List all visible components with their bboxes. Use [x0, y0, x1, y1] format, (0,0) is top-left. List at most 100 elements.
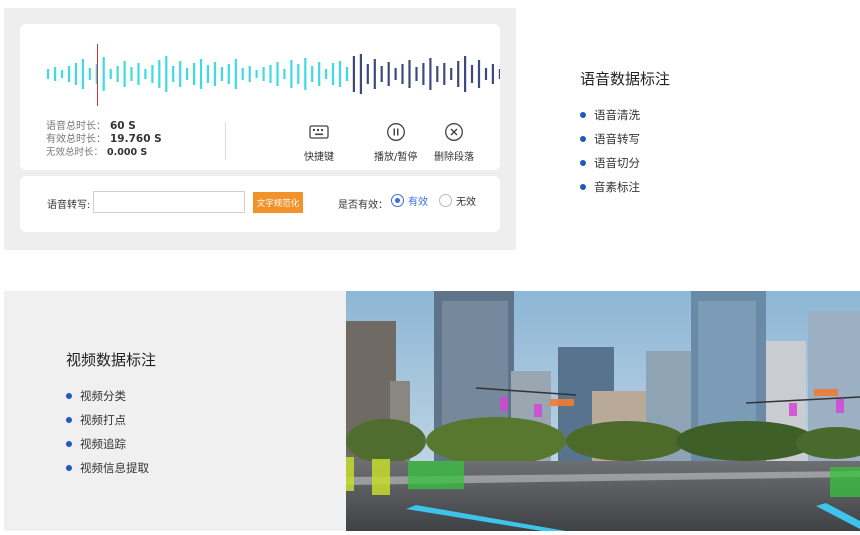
- stats-divider: [225, 122, 226, 160]
- waveform-bar: [477, 60, 481, 88]
- play-pause-button[interactable]: 播放/暂停: [374, 122, 417, 163]
- waveform-bar: [130, 67, 133, 81]
- valid-radio[interactable]: 有效: [391, 193, 428, 208]
- bullet-icon: [66, 465, 72, 471]
- waveform-bar: [498, 69, 500, 79]
- waveform-bar: [227, 64, 230, 84]
- city-street-annotation-image: [346, 291, 860, 531]
- bullet-icon: [66, 441, 72, 447]
- text-normalize-button[interactable]: 文字规范化: [253, 192, 303, 213]
- shortcut-keys-label: 快捷键: [304, 152, 334, 163]
- audio-feature-title: 语音数据标注: [580, 70, 671, 88]
- audio-waveform[interactable]: [20, 24, 500, 114]
- waveform-bar: [220, 67, 223, 81]
- waveform-bar: [387, 62, 390, 86]
- list-item: 视频信息提取: [66, 456, 156, 480]
- waveform-bar: [338, 61, 342, 87]
- feature-label: 视频分类: [80, 389, 126, 403]
- list-item: 语音转写: [580, 127, 670, 151]
- waveform-bar: [436, 66, 439, 82]
- total-duration-label: 语音总时长：: [46, 121, 106, 132]
- audio-editor-panel: 语音总时长： 60 S 有效总时长： 19.760 S 无效总时长： 0.000…: [4, 8, 516, 250]
- keyboard-icon: [309, 122, 329, 142]
- waveform-bar: [470, 65, 474, 83]
- waveform-bar: [304, 58, 307, 90]
- waveform-bar: [199, 59, 203, 89]
- waveform-bar: [47, 69, 50, 79]
- waveform-bar: [74, 63, 77, 85]
- bullet-icon: [66, 417, 72, 423]
- validity-label: 是否有效：: [338, 200, 388, 211]
- waveform-bar: [158, 60, 161, 88]
- waveform-bar: [297, 64, 300, 84]
- feature-label: 语音清洗: [594, 108, 640, 122]
- feature-label: 音素标注: [594, 180, 640, 194]
- waveform-bar: [248, 66, 251, 82]
- delete-segment-button[interactable]: 删除段落: [434, 122, 474, 163]
- waveform-bar: [352, 56, 355, 92]
- play-pause-label: 播放/暂停: [374, 152, 418, 163]
- waveform-bar: [193, 63, 196, 85]
- waveform-bar: [151, 65, 154, 83]
- waveform-bar: [450, 68, 453, 80]
- waveform-bar: [123, 61, 126, 87]
- waveform-bar: [484, 68, 488, 80]
- waveform-bar: [179, 61, 182, 87]
- waveform-bar: [67, 66, 71, 82]
- list-item: 语音切分: [580, 151, 670, 175]
- waveform-bar: [262, 67, 265, 81]
- waveform-bar: [116, 66, 119, 82]
- invalid-radio[interactable]: 无效: [439, 193, 476, 208]
- waveform-bar: [206, 65, 209, 83]
- waveform-card: 语音总时长： 60 S 有效总时长： 19.760 S 无效总时长： 0.000…: [20, 24, 500, 170]
- waveform-bar: [394, 68, 397, 80]
- pause-icon: [386, 122, 406, 142]
- video-feature-list: 视频分类 视频打点 视频追踪 视频信息提取: [66, 384, 156, 480]
- audio-feature-panel: 语音数据标注 语音清洗 语音转写 语音切分 音素标注: [516, 8, 860, 250]
- city-scene-illustration: [346, 291, 860, 531]
- waveform-bar: [172, 66, 175, 82]
- audio-annotation-section: 语音总时长： 60 S 有效总时长： 19.760 S 无效总时长： 0.000…: [4, 8, 860, 250]
- waveform-bar: [269, 65, 272, 83]
- waveform-bar: [401, 64, 404, 84]
- shortcut-keys-button[interactable]: 快捷键: [304, 122, 334, 163]
- waveform-bar: [186, 68, 189, 80]
- total-duration-value: 60 S: [110, 120, 136, 132]
- transcription-label: 语音转写:: [47, 200, 91, 211]
- waveform-bar: [213, 62, 216, 86]
- invalid-radio-circle[interactable]: [439, 194, 452, 207]
- bullet-icon: [66, 393, 72, 399]
- transcription-card: 语音转写: 文字规范化 是否有效： 有效 无效: [20, 176, 500, 232]
- waveform-bar: [102, 57, 105, 91]
- waveform-bar: [443, 63, 446, 85]
- waveform-bar: [373, 59, 376, 89]
- transcription-input[interactable]: [93, 191, 245, 213]
- waveform-bar: [331, 63, 335, 85]
- waveform-bar: [290, 60, 293, 88]
- waveform-bar: [81, 59, 84, 89]
- video-feature-block: 视频数据标注 视频分类 视频打点 视频追踪 视频信息提取: [66, 349, 156, 480]
- waveform-bar: [60, 70, 64, 78]
- valid-radio-circle[interactable]: [391, 194, 404, 207]
- list-item: 语音清洗: [580, 103, 670, 127]
- waveform-bar: [464, 56, 467, 92]
- feature-label: 视频追踪: [80, 437, 126, 451]
- waveform-bar: [283, 69, 286, 79]
- waveform-bar: [234, 59, 237, 89]
- list-item: 音素标注: [580, 175, 670, 199]
- duration-stats: 语音总时长： 60 S 有效总时长： 19.760 S 无效总时长： 0.000…: [46, 120, 162, 159]
- playhead-marker[interactable]: [97, 44, 98, 106]
- waveform-bar: [457, 61, 460, 87]
- waveform-bar: [109, 69, 112, 79]
- waveform-bar: [415, 67, 418, 81]
- waveform-bar: [88, 68, 91, 80]
- feature-label: 视频信息提取: [80, 461, 149, 475]
- valid-duration-value: 19.760 S: [110, 133, 162, 145]
- waveform-bar: [255, 70, 258, 78]
- feature-label: 语音切分: [594, 156, 640, 170]
- delete-segment-label: 删除段落: [434, 152, 474, 163]
- audio-feature-block: 语音数据标注 语音清洗 语音转写 语音切分 音素标注: [580, 68, 670, 199]
- waveform-bar: [429, 58, 432, 90]
- waveform-bar: [276, 62, 279, 86]
- waveform-bar: [491, 64, 494, 84]
